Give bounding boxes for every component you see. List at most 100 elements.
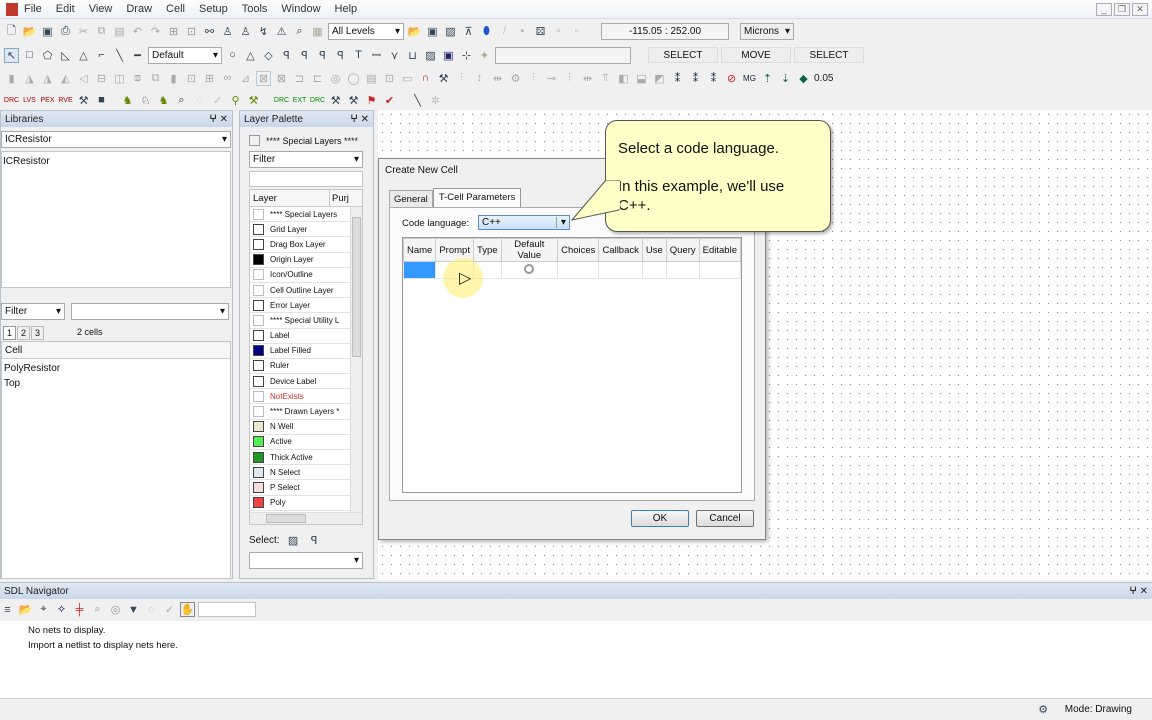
column-header[interactable]: Choices (557, 238, 600, 262)
cell-row[interactable]: Top (2, 374, 230, 389)
layer-row[interactable]: Icon/Outline (250, 267, 350, 283)
copy-icon[interactable]: ⧉ (94, 24, 109, 39)
layer-row[interactable]: **** Drawn Layers * (250, 404, 350, 420)
redo-icon[interactable]: ↷ (148, 24, 163, 39)
find-icon[interactable]: ⌕ (292, 24, 307, 39)
select-port-icon[interactable]: ꟼ (307, 533, 322, 548)
navigator-search-input[interactable] (198, 602, 256, 617)
eraser-icon[interactable]: ⬮ (479, 24, 494, 39)
text-icon[interactable]: T (351, 48, 366, 63)
column-header[interactable]: Type (472, 238, 502, 262)
dist8-icon[interactable]: ⫪ (598, 71, 613, 86)
tab-general[interactable]: General (389, 190, 433, 208)
library-select[interactable]: ICResistor ▾ (1, 131, 231, 148)
code-language-select[interactable]: C++ ▾ (478, 215, 570, 230)
wrench3-icon[interactable]: ⚒ (328, 93, 343, 108)
menu-dropdown-icon[interactable]: ≡ (0, 602, 15, 617)
grid-value[interactable]: 0.05 (814, 73, 844, 84)
levels-select[interactable]: All Levels ▾ (328, 22, 404, 40)
calibre-drc-icon[interactable]: DRC (274, 93, 289, 108)
port-icon[interactable]: ꟼ (279, 48, 294, 63)
wire-icon[interactable]: ⌐ (94, 48, 109, 63)
layer-row[interactable]: N Select (250, 465, 350, 481)
menu-window[interactable]: Window (281, 3, 320, 15)
route-icon[interactable]: ♞ (120, 93, 135, 108)
status-icon[interactable]: ⚙ (1036, 702, 1051, 717)
shape5-icon[interactable]: ◎ (328, 71, 343, 86)
ungroup-icon[interactable]: ⧉ (148, 71, 163, 86)
rve-icon[interactable]: RVE (58, 93, 73, 108)
draw-mode-icon[interactable]: ⊠ (256, 70, 271, 86)
zoom-box-icon[interactable]: ⊡ (184, 24, 199, 39)
console-icon[interactable]: ■ (94, 93, 109, 108)
mfg-icon[interactable]: MG (742, 71, 757, 86)
lvs-icon[interactable]: LVS (22, 93, 37, 108)
save-all-icon[interactable]: ▣ (40, 24, 55, 39)
layer-row[interactable]: Device Label (250, 374, 350, 390)
hierarchy-down-icon[interactable]: ♙ (238, 24, 253, 39)
style-select[interactable]: Default ▾ (148, 46, 222, 64)
port3-icon[interactable]: ꟼ (315, 48, 330, 63)
box-icon[interactable]: □ (22, 48, 37, 63)
instance-icon[interactable]: ▨ (423, 48, 438, 63)
magnet-icon[interactable]: ∩ (418, 71, 433, 86)
setup-wrench-icon[interactable]: ⚒ (76, 93, 91, 108)
menu-edit[interactable]: Edit (56, 3, 75, 15)
open-icon[interactable]: 📂 (22, 24, 37, 39)
chart-icon[interactable]: ⊿ (238, 71, 253, 86)
group-icon[interactable]: ⧈ (130, 71, 145, 86)
select-mode-select[interactable]: ▾ (249, 552, 363, 569)
split-icon[interactable]: ⊟ (94, 71, 109, 86)
layer-row[interactable]: Grid Layer (250, 222, 350, 238)
layer-swatch[interactable] (253, 269, 264, 281)
no-snap-icon[interactable]: ⊘ (724, 71, 739, 86)
layer-swatch[interactable] (253, 254, 264, 266)
editable-cell[interactable] (698, 261, 742, 279)
layer-swatch[interactable] (253, 345, 264, 357)
cell-tab-3[interactable]: 3 (31, 326, 45, 340)
layer-filter-input[interactable] (249, 171, 363, 187)
hand-icon[interactable]: ✋ (180, 602, 195, 617)
purpose-column-header[interactable]: Purj (330, 190, 351, 206)
column-header[interactable]: Use (641, 238, 667, 262)
calibre-ext-icon[interactable]: EXT (292, 93, 307, 108)
red-net-icon[interactable]: ╪ (72, 602, 87, 617)
layer-swatch[interactable] (253, 436, 264, 448)
layer-scrollbar[interactable] (350, 207, 362, 513)
layer-column-header[interactable]: Layer (250, 190, 330, 206)
dist11-icon[interactable]: ◩ (652, 71, 667, 86)
column-header[interactable]: Query (665, 238, 700, 262)
layer-row[interactable]: **** Special Layers (250, 207, 350, 223)
grid-set-icon[interactable]: ◆ (796, 71, 811, 86)
use-cell[interactable] (641, 261, 667, 279)
pin-close-icons[interactable]: ⵖ ✕ (209, 114, 228, 125)
layer-row[interactable]: Label (250, 328, 350, 344)
restore-button[interactable]: ❐ (1114, 3, 1130, 16)
minimize-button[interactable]: _ (1096, 3, 1112, 16)
binoculars-icon[interactable]: ⚯ (202, 24, 217, 39)
shape7-icon[interactable]: ⊡ (382, 71, 397, 86)
view-icon[interactable]: ▨ (443, 24, 458, 39)
cell-icon[interactable]: ▣ (425, 24, 440, 39)
layer-swatch[interactable] (253, 223, 264, 235)
crosshair-icon[interactable]: ⌖ (36, 602, 51, 617)
text-frame-icon[interactable]: ▤ (364, 71, 379, 86)
layer-swatch[interactable] (253, 330, 264, 342)
disk-icon[interactable]: ▪ (515, 24, 530, 39)
torus-icon[interactable]: ◇ (261, 48, 276, 63)
tab-t-cell-parameters[interactable]: T-Cell Parameters (432, 188, 522, 208)
route2-icon[interactable]: ♘ (138, 93, 153, 108)
cut-icon[interactable]: ✂ (76, 24, 91, 39)
layer-row[interactable]: Label Filled (250, 343, 350, 359)
cell-filter-input[interactable]: ▾ (71, 303, 229, 320)
undo-icon[interactable]: ↶ (130, 24, 145, 39)
dist-icon[interactable]: ⫶ (454, 71, 469, 86)
dice-icon[interactable]: ⚄ (533, 24, 548, 39)
layer-swatch[interactable] (253, 360, 264, 372)
menu-file[interactable]: File (24, 3, 42, 15)
ruler3-icon[interactable]: ⊔ (405, 48, 420, 63)
paste-icon[interactable]: ▤ (112, 24, 127, 39)
hierarchy-up-icon[interactable]: ♙ (220, 24, 235, 39)
grid-down-icon[interactable]: ⇣ (778, 71, 793, 86)
triangle-icon[interactable]: △ (76, 48, 91, 63)
